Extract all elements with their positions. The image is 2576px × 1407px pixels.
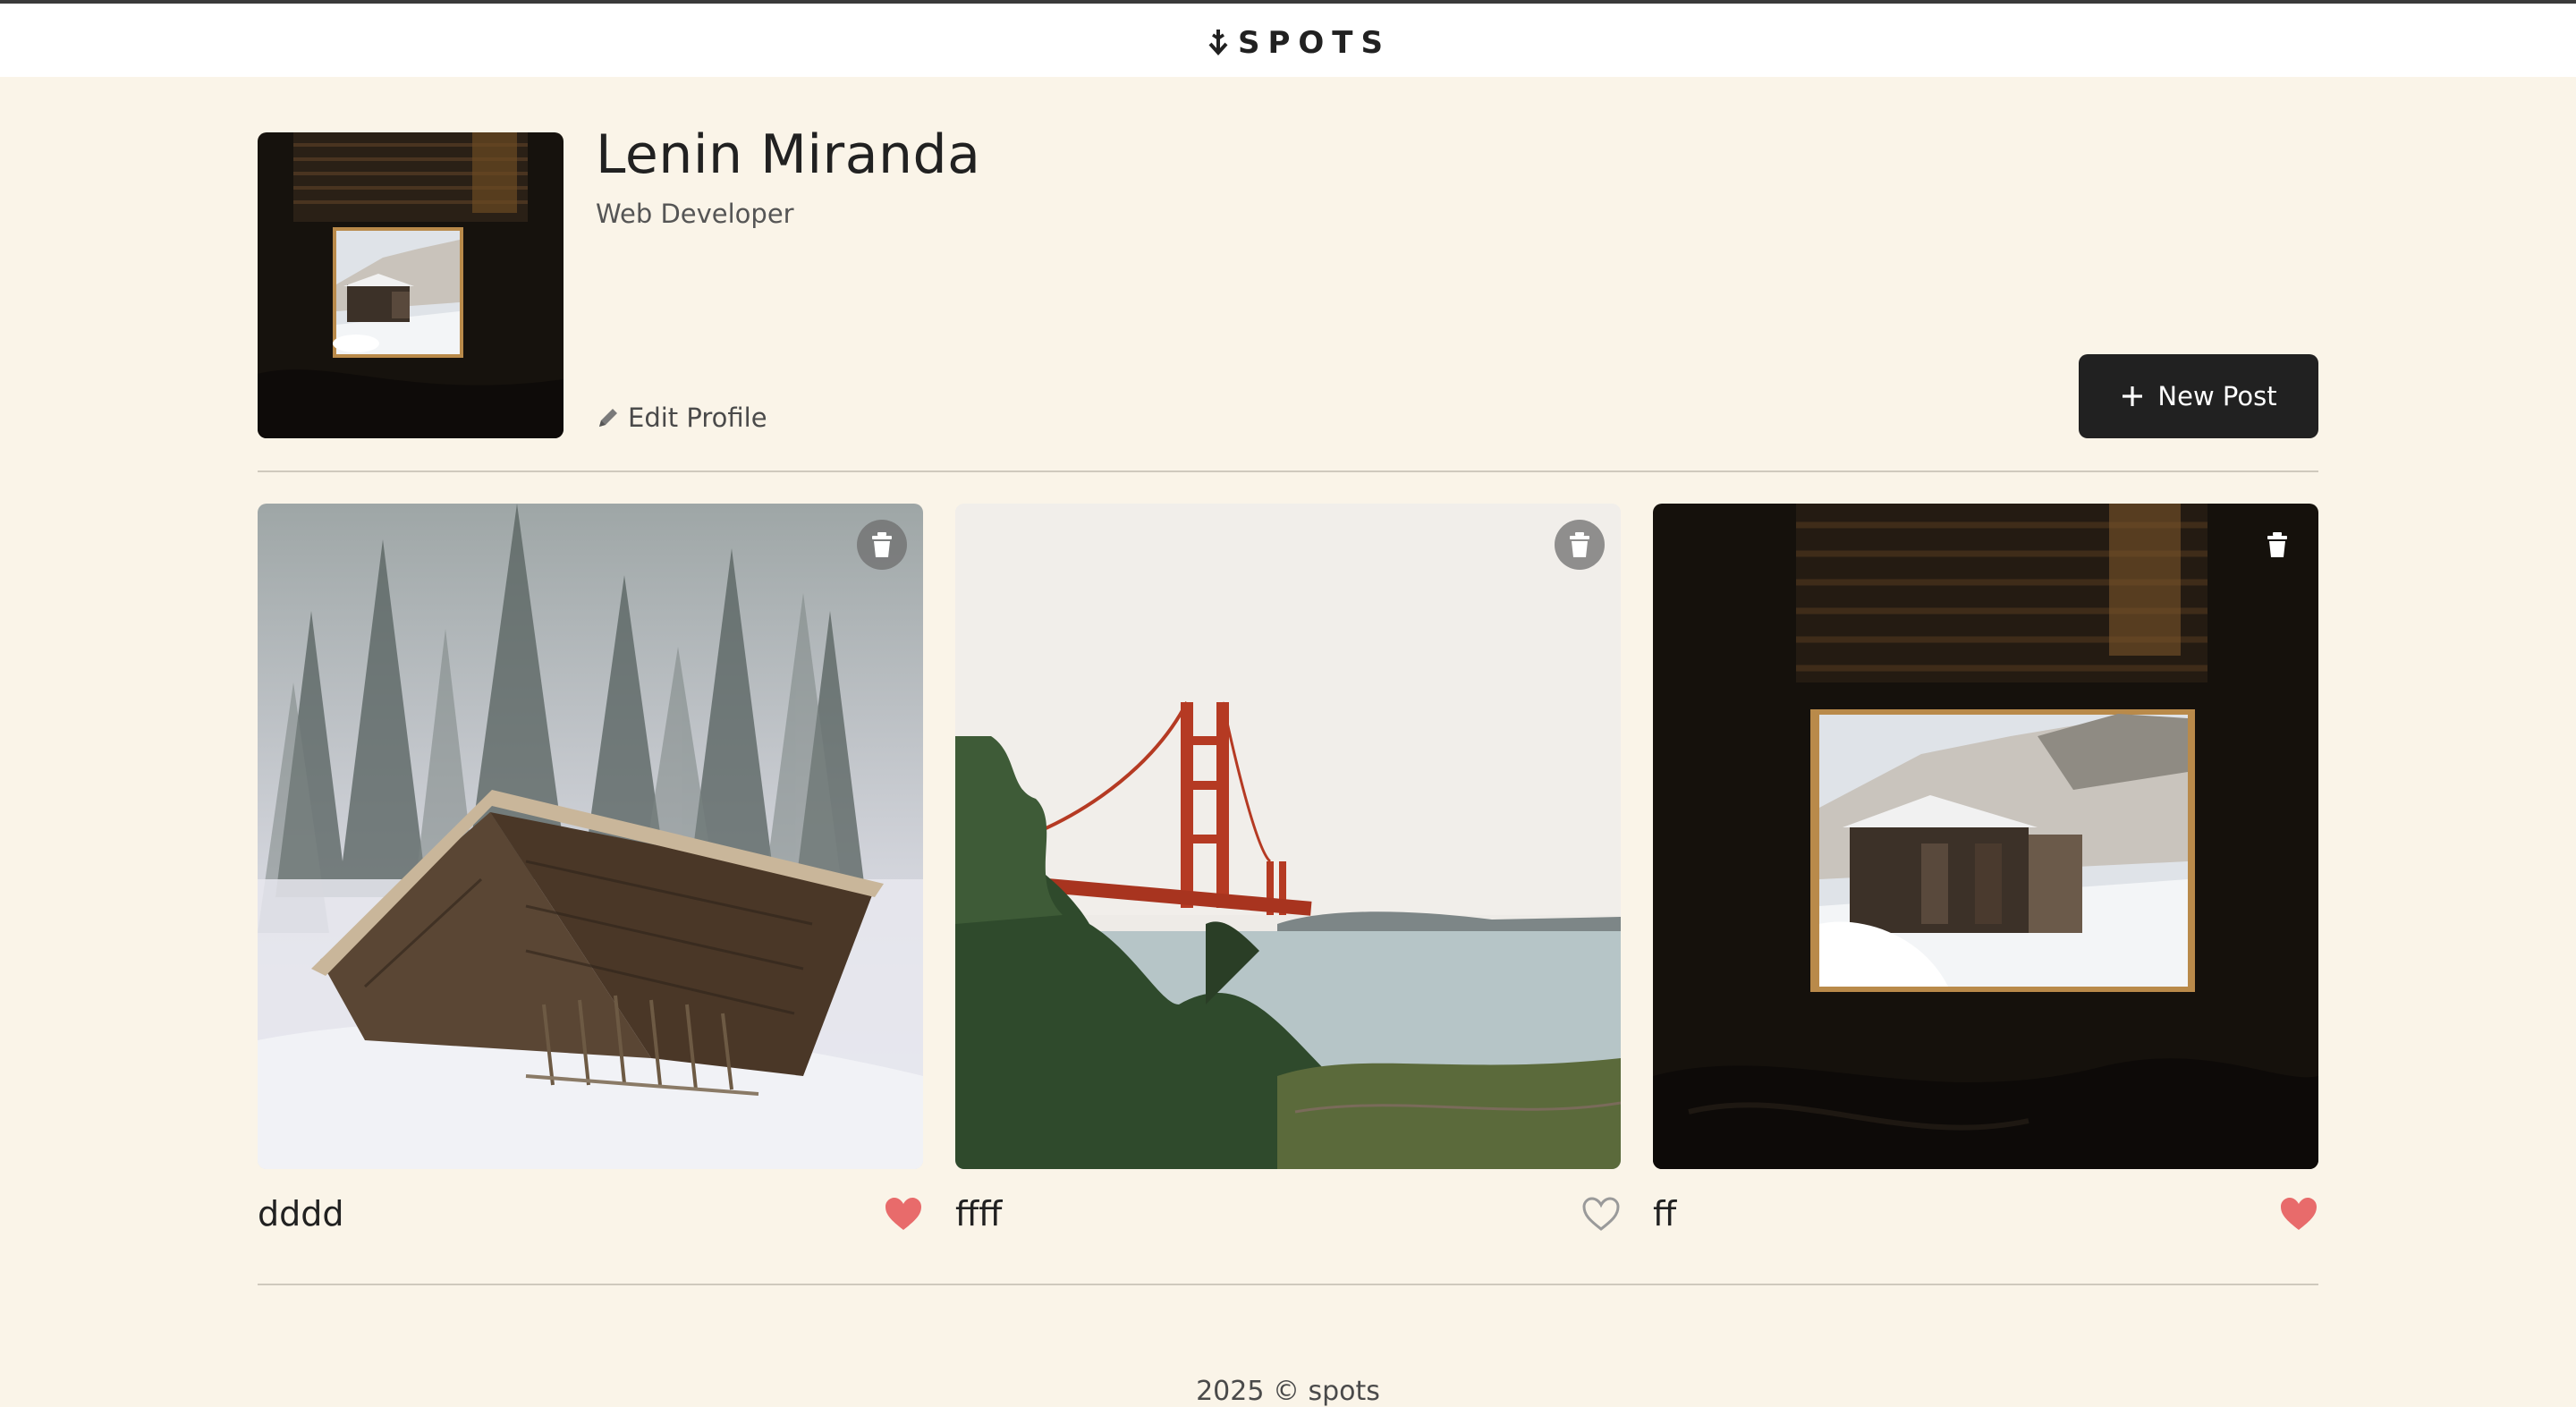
heart-outline-icon [1582, 1197, 1620, 1231]
logo[interactable]: SPOTS [1208, 25, 1391, 61]
like-button[interactable] [1581, 1196, 1621, 1232]
card-footer: ff [1653, 1169, 2318, 1246]
card-title: dddd [258, 1194, 344, 1233]
delete-button[interactable] [2252, 520, 2302, 570]
edit-profile-label: Edit Profile [628, 403, 767, 433]
profile-description: Web Developer [596, 199, 794, 229]
delete-button[interactable] [857, 520, 907, 570]
pencil-icon [599, 409, 617, 427]
plus-icon [2123, 386, 2143, 406]
trash-icon [2267, 532, 2287, 557]
profile-name: Lenin Miranda [596, 123, 981, 186]
like-button[interactable] [2279, 1196, 2318, 1232]
card-title: ff [1653, 1194, 1677, 1233]
card-title: ffff [955, 1194, 1003, 1233]
top-bar: SPOTS [0, 0, 2576, 77]
logo-icon [1208, 30, 1228, 55]
new-post-label: New Post [2157, 381, 2277, 411]
delete-button[interactable] [1555, 520, 1605, 570]
trash-icon [1570, 532, 1589, 557]
footer-text: 2025 © spots [1196, 1376, 1380, 1407]
heart-icon [886, 1198, 921, 1230]
avatar [258, 132, 564, 438]
divider [258, 470, 2318, 472]
card-footer: ffff [955, 1169, 1621, 1246]
card: dddd [258, 504, 923, 1246]
like-button[interactable] [884, 1196, 923, 1232]
card-footer: dddd [258, 1169, 923, 1246]
card: ff [1653, 504, 2318, 1246]
logo-text: SPOTS [1238, 25, 1391, 61]
heart-icon [2281, 1198, 2317, 1230]
edit-profile-button[interactable]: Edit Profile [596, 403, 767, 433]
card-image[interactable] [1653, 504, 2318, 1169]
card-image[interactable] [955, 504, 1621, 1169]
new-post-button[interactable]: New Post [2079, 354, 2318, 438]
card: ffff [955, 504, 1621, 1246]
trash-icon [872, 532, 892, 557]
divider [258, 1284, 2318, 1285]
card-image[interactable] [258, 504, 923, 1169]
